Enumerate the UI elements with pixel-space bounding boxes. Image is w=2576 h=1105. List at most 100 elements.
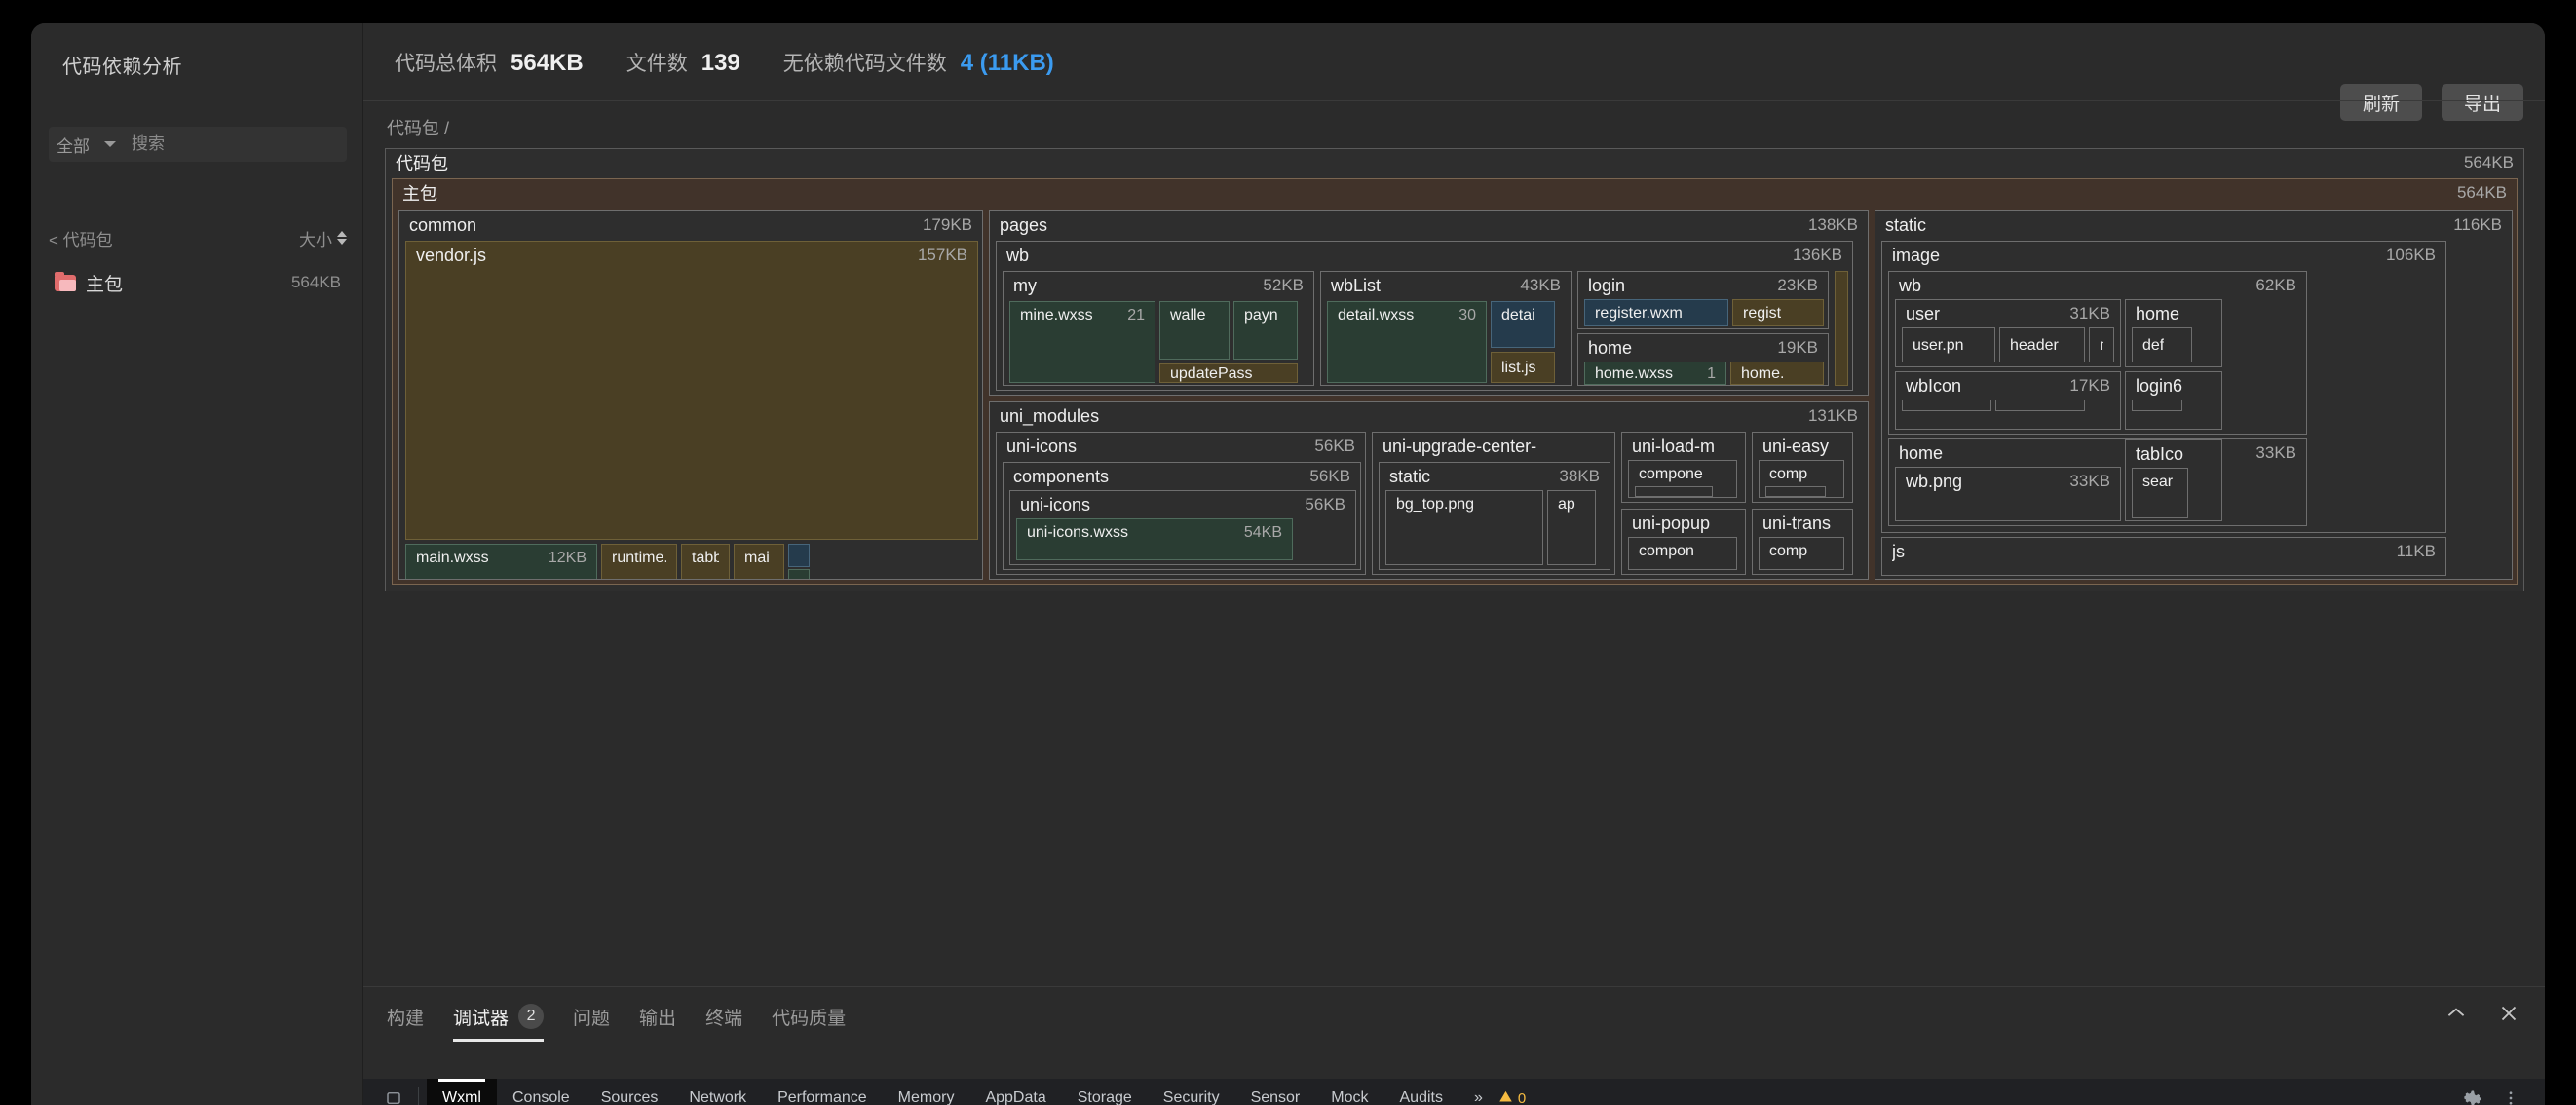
treemap-node-common[interactable]: common 179KB vendor.js 157KB main.wxss	[398, 210, 983, 580]
devtools-tab-storage[interactable]: Storage	[1062, 1079, 1148, 1105]
devtools-tab-wxml[interactable]: Wxml	[427, 1079, 497, 1105]
devtools-tab-console[interactable]: Console	[497, 1079, 586, 1105]
treemap-node-uni-easyinput[interactable]: uni-easy comp	[1752, 432, 1853, 503]
treemap-node-wbicon-item-2[interactable]	[1995, 400, 2085, 411]
treemap-node-wbicon[interactable]: wbIcon 17KB	[1895, 371, 2121, 430]
treemap-node-wb-sliver[interactable]	[1835, 271, 1848, 386]
devtools-tab-appdata[interactable]: AppData	[969, 1079, 1061, 1105]
treemap-node-uni-upgrade-center[interactable]: uni-upgrade-center- static 38KB bg_top.p…	[1372, 432, 1615, 575]
collapse-panel-icon[interactable]	[2443, 1001, 2469, 1026]
treemap-node-uni-icons-wxss[interactable]: uni-icons.wxss 54KB	[1016, 518, 1293, 560]
treemap-node-easyinput-components[interactable]: comp	[1759, 460, 1844, 498]
treemap-node-tabbar[interactable]: tabb	[681, 544, 730, 580]
treemap-node-mainpackage[interactable]: 主包 564KB common 179KB vendor.js 157KB	[392, 178, 2518, 585]
treemap-node-runtime-js[interactable]: runtime.j	[601, 544, 677, 580]
devtools-tab-memory[interactable]: Memory	[883, 1079, 970, 1105]
devtools-tab-audits[interactable]: Audits	[1384, 1079, 1458, 1105]
treemap-node-search-png[interactable]: sear	[2132, 468, 2188, 518]
treemap-node-header-png[interactable]: header	[1999, 327, 2085, 362]
sort-by-size-button[interactable]: 大小	[299, 226, 347, 250]
devtools-warning-count[interactable]: 0	[1498, 1089, 1526, 1105]
treemap-node-updatepassword[interactable]: updatePass	[1159, 363, 1298, 383]
refresh-button[interactable]: 刷新	[2340, 84, 2422, 121]
treemap-node-tabicon[interactable]: tabIco sear	[2125, 439, 2222, 521]
treemap-node-load-more-components[interactable]: compone	[1628, 460, 1737, 498]
treemap-node-uni-icons[interactable]: uni-icons 56KB components 56KB	[996, 432, 1366, 575]
treemap-node-uni-popup-components[interactable]: compon	[1628, 537, 1737, 570]
treemap-node-wb-home[interactable]: home def	[2125, 299, 2222, 367]
tab-problems[interactable]: 问题	[573, 987, 610, 1046]
breadcrumb-back-link[interactable]: < 代码包	[49, 226, 113, 250]
treemap-node-vendor-js[interactable]: vendor.js 157KB	[405, 241, 978, 540]
treemap-node-main-wxss[interactable]: main.wxss 12KB	[405, 544, 597, 580]
tab-output[interactable]: 输出	[639, 987, 676, 1046]
devtools-tab-sensor[interactable]: Sensor	[1235, 1079, 1316, 1105]
treemap-node-uni-transition[interactable]: uni-trans comp	[1752, 509, 1853, 575]
treemap-node-main-js[interactable]: mai	[734, 544, 784, 580]
breadcrumb[interactable]: 代码包 /	[387, 115, 449, 140]
gear-icon[interactable]	[2457, 1086, 2490, 1105]
devtools-tab-sources[interactable]: Sources	[586, 1079, 674, 1105]
treemap-node-pages-home[interactable]: home 19KB home.wxss 1	[1577, 333, 1829, 386]
close-panel-icon[interactable]	[2496, 1001, 2521, 1026]
treemap-node-uni-popup[interactable]: uni-popup compon	[1621, 509, 1746, 575]
treemap-node-wb-user[interactable]: user 31KB user.pn header	[1895, 299, 2121, 367]
list-item[interactable]: 主包 564KB	[49, 265, 347, 300]
treemap-node-bg-top-png[interactable]: bg_top.png	[1385, 490, 1543, 565]
treemap-node-default-png[interactable]: def	[2132, 327, 2192, 362]
treemap-node-image-home[interactable]: home 33KB wb.png 33KB	[1888, 438, 2307, 526]
more-vertical-icon[interactable]	[2494, 1086, 2527, 1105]
treemap-node-uni-load-more[interactable]: uni-load-m compone	[1621, 432, 1746, 503]
devtools-tab-security[interactable]: Security	[1148, 1079, 1235, 1105]
tab-terminal[interactable]: 终端	[705, 987, 742, 1046]
treemap-node-tiny-1[interactable]: t	[788, 544, 810, 567]
treemap-node-pages[interactable]: pages 138KB wb 136KB my	[989, 210, 1869, 396]
treemap-node-home-js[interactable]: home.	[1730, 362, 1824, 385]
treemap-node-list-js[interactable]: list.js	[1491, 352, 1555, 383]
treemap-node-user-png[interactable]: user.pn	[1902, 327, 1995, 362]
treemap-node-image-wb[interactable]: wb 62KB user 31KB user.pn	[1888, 271, 2307, 435]
treemap-node-register-js[interactable]: regist	[1732, 299, 1824, 326]
treemap-node-login[interactable]: login 23KB register.wxm regist	[1577, 271, 1829, 329]
treemap-node-wallet[interactable]: walle	[1159, 301, 1230, 360]
treemap-node-upgrade-static[interactable]: static 38KB bg_top.png	[1379, 462, 1610, 570]
devtools-overflow-button[interactable]: »	[1458, 1079, 1498, 1105]
treemap-node-home-wxss[interactable]: home.wxss 1	[1584, 362, 1726, 385]
search-input[interactable]	[126, 127, 347, 162]
treemap-node-static[interactable]: static 116KB image 106KB wb	[1875, 210, 2513, 580]
treemap-node-pages-wb[interactable]: wb 136KB my 52KB	[996, 241, 1853, 391]
treemap-node-wb-png[interactable]: wb.png 33KB	[1895, 467, 2121, 521]
treemap-node-uni-load-inner[interactable]	[1635, 486, 1713, 497]
treemap-node-login6[interactable]: login6	[2125, 371, 2222, 430]
treemap-node-mine-wxss[interactable]: mine.wxss 21	[1009, 301, 1155, 383]
treemap-node-app-png[interactable]: ap	[1547, 490, 1596, 565]
treemap-node-static-image[interactable]: image 106KB wb 62KB user	[1881, 241, 2446, 533]
treemap-root[interactable]: 代码包 564KB 主包 564KB common 179KB	[385, 148, 2524, 591]
tab-code-quality[interactable]: 代码质量	[772, 987, 846, 1046]
treemap-node-static-js[interactable]: js 11KB	[1881, 537, 2446, 576]
treemap-node-login6-item[interactable]	[2132, 400, 2182, 411]
treemap-node-detail-wxss[interactable]: detail.wxss 30	[1327, 301, 1487, 383]
export-button[interactable]: 导出	[2442, 84, 2523, 121]
devtools-tab-network[interactable]: Network	[673, 1079, 762, 1105]
treemap-node-tiny-2[interactable]: t	[788, 569, 810, 580]
treemap-node-wbicon-item-1[interactable]	[1902, 400, 1991, 411]
treemap-node-m-png[interactable]: m	[2089, 327, 2114, 362]
treemap-node-uni-icons-inner[interactable]: uni-icons 56KB uni-icons.wxss 54KB	[1009, 490, 1356, 565]
devtools-tab-performance[interactable]: Performance	[762, 1079, 883, 1105]
treemap-node-uni-modules[interactable]: uni_modules 131KB uni-icons 56KB c	[989, 401, 1869, 580]
tab-build[interactable]: 构建	[387, 987, 424, 1046]
treemap-node-detail-js[interactable]: detai	[1491, 301, 1555, 348]
treemap-node-register-wxml[interactable]: register.wxm	[1584, 299, 1728, 326]
treemap-node-wblist[interactable]: wbList 43KB detail.wxss 30	[1320, 271, 1572, 386]
treemap-node-uni-icons-components[interactable]: components 56KB uni-icons 56KB	[1003, 462, 1361, 570]
treemap-node-payment[interactable]: payn	[1233, 301, 1298, 360]
treemap-node-transition-components[interactable]: comp	[1759, 537, 1844, 570]
inspect-element-icon[interactable]	[377, 1086, 410, 1105]
package-type-select[interactable]: 全部	[49, 127, 126, 162]
tab-debugger[interactable]: 调试器 2	[453, 987, 544, 1046]
stat-value-accent[interactable]: 4 (11KB)	[961, 50, 1054, 77]
treemap-node-uni-dash-inner[interactable]	[1765, 486, 1826, 497]
treemap-node-my[interactable]: my 52KB mine.wxss 21	[1003, 271, 1314, 386]
devtools-tab-mock[interactable]: Mock	[1315, 1079, 1383, 1105]
